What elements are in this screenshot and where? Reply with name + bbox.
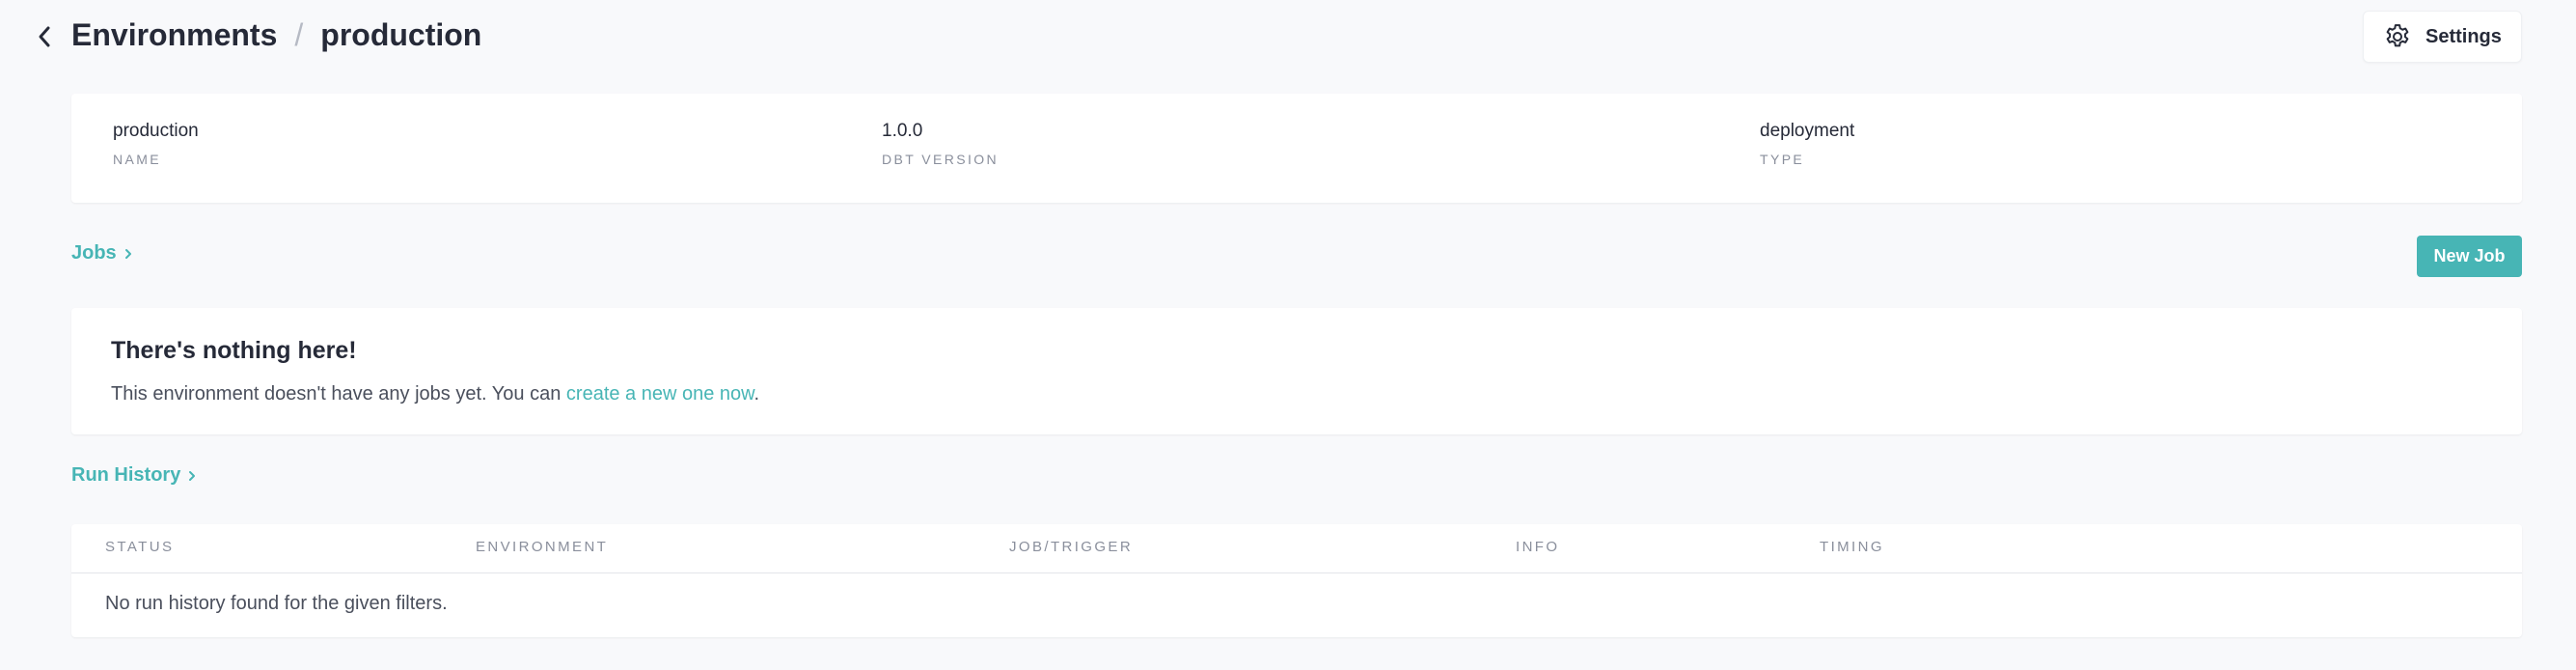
column-header-environment[interactable]: ENVIRONMENT bbox=[476, 539, 608, 555]
environment-page: Environments / production Settings produ… bbox=[0, 0, 2576, 670]
column-header-info[interactable]: INFO bbox=[1516, 539, 1559, 555]
table-header: STATUS ENVIRONMENT JOB/TRIGGER INFO TIMI… bbox=[71, 524, 2522, 573]
field-type: deployment TYPE bbox=[1760, 121, 1854, 167]
run-history-table: STATUS ENVIRONMENT JOB/TRIGGER INFO TIMI… bbox=[71, 524, 2522, 637]
field-name-value: production bbox=[113, 121, 199, 141]
chevron-left-icon bbox=[39, 26, 50, 47]
breadcrumb-environments[interactable]: Environments bbox=[71, 17, 277, 53]
column-header-job-trigger[interactable]: JOB/TRIGGER bbox=[1009, 539, 1133, 555]
field-dbt-version: 1.0.0 DBT VERSION bbox=[882, 121, 999, 167]
field-dbt-version-label: DBT VERSION bbox=[882, 152, 1000, 167]
page-header: Environments / production Settings bbox=[0, 0, 2576, 75]
settings-label: Settings bbox=[2425, 25, 2502, 47]
chevron-right-icon bbox=[124, 248, 132, 260]
new-job-button[interactable]: New Job bbox=[2417, 236, 2522, 277]
empty-state-text-after: . bbox=[754, 383, 760, 405]
breadcrumb-separator: / bbox=[294, 17, 304, 52]
empty-state-title: There's nothing here! bbox=[111, 337, 357, 364]
run-history-section-label: Run History bbox=[71, 464, 181, 486]
field-type-value: deployment bbox=[1760, 121, 1855, 141]
field-dbt-version-value: 1.0.0 bbox=[882, 121, 923, 141]
table-empty-message: No run history found for the given filte… bbox=[105, 593, 448, 614]
breadcrumb: Environments / production bbox=[71, 17, 481, 53]
field-name: production NAME bbox=[113, 121, 199, 167]
empty-state-text: This environment doesn't have any jobs y… bbox=[111, 383, 759, 405]
jobs-section-link[interactable]: Jobs bbox=[71, 242, 132, 265]
jobs-section-label: Jobs bbox=[71, 242, 117, 264]
column-header-status[interactable]: STATUS bbox=[105, 539, 174, 555]
gear-icon bbox=[2386, 24, 2409, 47]
field-name-label: NAME bbox=[113, 152, 162, 167]
back-button[interactable] bbox=[31, 19, 58, 54]
create-job-link[interactable]: create a new one now bbox=[566, 383, 754, 405]
run-history-section-link[interactable]: Run History bbox=[71, 464, 196, 487]
environment-details-card: production NAME 1.0.0 DBT VERSION deploy… bbox=[71, 94, 2522, 203]
empty-state-text-before: This environment doesn't have any jobs y… bbox=[111, 383, 566, 405]
field-type-label: TYPE bbox=[1760, 152, 1805, 167]
settings-button[interactable]: Settings bbox=[2363, 11, 2522, 63]
column-header-timing[interactable]: TIMING bbox=[1820, 539, 1884, 555]
page-title: production bbox=[320, 17, 482, 52]
chevron-right-icon bbox=[188, 470, 196, 482]
jobs-empty-state: There's nothing here! This environment d… bbox=[71, 308, 2522, 434]
